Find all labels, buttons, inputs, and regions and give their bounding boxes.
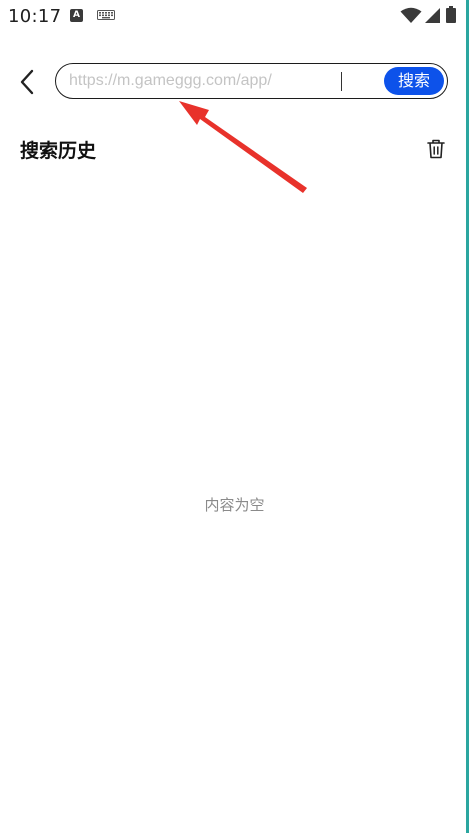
wifi-icon xyxy=(400,7,422,23)
status-bar: 10:17 A xyxy=(0,0,466,34)
search-history-title: 搜索历史 xyxy=(20,140,97,162)
search-input[interactable] xyxy=(69,70,369,92)
battery-icon xyxy=(446,6,456,23)
keyboard-icon xyxy=(97,10,115,20)
signal-icon xyxy=(425,8,440,23)
text-caret xyxy=(341,72,342,91)
chevron-left-icon xyxy=(20,69,34,95)
app-notification-icon: A xyxy=(70,9,83,22)
empty-state-text: 内容为空 xyxy=(204,496,265,514)
search-button[interactable]: 搜索 xyxy=(384,67,444,95)
back-button[interactable] xyxy=(12,66,44,98)
search-bar: 搜索 xyxy=(55,63,448,99)
clear-history-button[interactable] xyxy=(426,138,446,160)
status-time: 10:17 xyxy=(8,6,62,27)
trash-icon xyxy=(427,139,445,159)
search-screen: 10:17 A https://m.gameggg.com/app/ 搜索 搜索… xyxy=(0,0,469,833)
annotation-arrow-icon xyxy=(179,101,307,193)
